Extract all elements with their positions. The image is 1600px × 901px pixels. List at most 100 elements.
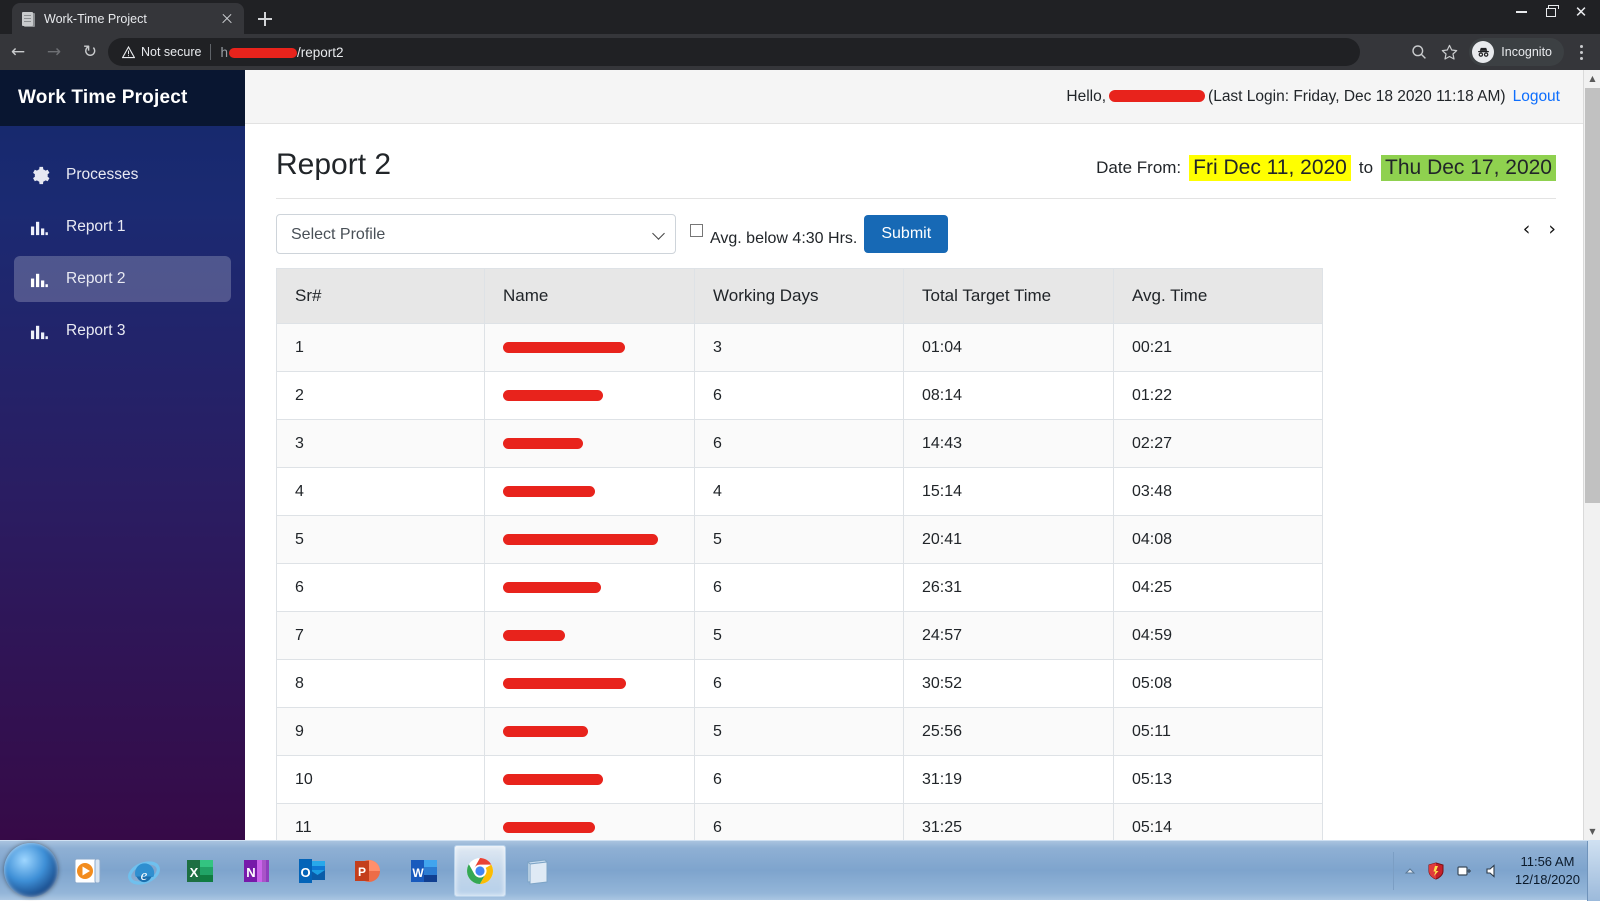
cell-total-target-time: 26:31	[903, 563, 1114, 612]
show-hidden-icons-arrow[interactable]	[1404, 865, 1416, 877]
maximize-button[interactable]	[1536, 0, 1566, 24]
close-window-button[interactable]: ✕	[1566, 0, 1596, 24]
cell-name	[484, 563, 695, 612]
chrome-menu-icon[interactable]	[1568, 38, 1594, 66]
reload-icon[interactable]: ↻	[72, 34, 108, 70]
column-header-sr[interactable]: Sr#	[276, 268, 485, 324]
taskbar-clock[interactable]: 11:56 AM 12/18/2020	[1515, 853, 1580, 888]
page-scrollbar[interactable]: ▲ ▼	[1583, 70, 1600, 840]
avg-below-checkbox[interactable]	[690, 224, 703, 237]
minimize-button[interactable]	[1506, 0, 1536, 24]
submit-button[interactable]: Submit	[864, 215, 949, 253]
last-login-label: (Last Login: Friday, Dec 18 2020 11:18 A…	[1208, 87, 1506, 105]
profile-select[interactable]: Select Profile	[276, 214, 676, 254]
cell-avg-time: 05:13	[1113, 755, 1323, 804]
sidebar-item-processes[interactable]: Processes	[14, 152, 231, 198]
browser-toolbar: ← → ↻ Not secure h/report2 Incognito	[0, 34, 1600, 70]
incognito-label: Incognito	[1501, 45, 1552, 59]
security-shield-icon[interactable]	[1428, 862, 1444, 880]
avg-below-label: Avg. below 4:30 Hrs.	[710, 230, 858, 247]
next-page-icon[interactable]: ›	[1548, 220, 1556, 239]
cell-total-target-time: 15:14	[903, 467, 1114, 516]
cell-working-days: 5	[694, 515, 904, 564]
show-desktop-button[interactable]	[1587, 841, 1600, 901]
table-row: 9 5 25:56 05:11	[276, 707, 1323, 756]
search-icon[interactable]	[1405, 38, 1433, 66]
cell-name	[484, 659, 695, 708]
word-icon[interactable]: W	[398, 845, 450, 897]
report-table-wrapper: Sr# Name Working Days Total Target Time …	[276, 268, 1323, 840]
column-header-working-days[interactable]: Working Days	[694, 268, 904, 324]
tray-divider	[1392, 852, 1394, 890]
cell-total-target-time: 31:19	[903, 755, 1114, 804]
notepad-icon[interactable]	[510, 845, 562, 897]
tray-icons	[1404, 862, 1501, 880]
logout-link[interactable]: Logout	[1513, 88, 1560, 106]
cell-avg-time: 01:22	[1113, 371, 1323, 420]
column-header-avg-time[interactable]: Avg. Time	[1113, 268, 1323, 324]
volume-icon[interactable]	[1485, 863, 1501, 879]
profile-select-wrapper: Select Profile	[276, 214, 676, 254]
network-icon[interactable]	[1456, 863, 1473, 880]
sidebar-item-report-1[interactable]: Report 1	[14, 204, 231, 250]
url-text: h/report2	[220, 45, 343, 60]
onenote-icon[interactable]: N	[230, 845, 282, 897]
windows-media-player-icon[interactable]	[62, 845, 114, 897]
cell-sr: 2	[276, 371, 485, 420]
cell-total-target-time: 31:25	[903, 803, 1114, 840]
powerpoint-icon[interactable]: P	[342, 845, 394, 897]
excel-icon[interactable]: X	[174, 845, 226, 897]
svg-text:N: N	[246, 865, 255, 880]
scroll-up-icon[interactable]: ▲	[1584, 70, 1600, 87]
incognito-icon	[1472, 41, 1495, 63]
cell-name	[484, 323, 695, 372]
column-header-total-target-time[interactable]: Total Target Time	[903, 268, 1114, 324]
username-redaction	[1109, 89, 1206, 102]
prev-page-icon[interactable]: ‹	[1523, 220, 1531, 239]
date-range: Date From: Fri Dec 11, 2020 to Thu Dec 1…	[1096, 155, 1556, 181]
incognito-profile-button[interactable]: Incognito	[1469, 38, 1564, 66]
table-row: 11 6 31:25 05:14	[276, 803, 1323, 840]
cell-total-target-time: 08:14	[903, 371, 1114, 420]
app-topbar: Hello, (Last Login: Friday, Dec 18 2020 1…	[245, 70, 1600, 124]
start-button[interactable]	[4, 843, 58, 897]
browser-tab[interactable]: Work-Time Project	[12, 3, 244, 34]
greeting-text: Hello, (Last Login: Friday, Dec 18 2020 1…	[1066, 88, 1505, 106]
column-header-name[interactable]: Name	[484, 268, 695, 324]
name-redaction	[503, 773, 603, 785]
cell-working-days: 6	[694, 563, 904, 612]
divider	[276, 198, 1556, 199]
sidebar-header: Work Time Project	[0, 70, 245, 126]
internet-explorer-icon[interactable]: e	[118, 845, 170, 897]
scroll-down-icon[interactable]: ▼	[1584, 823, 1600, 840]
browser-titlebar: Work-Time Project ✕	[0, 0, 1600, 34]
svg-text:e: e	[141, 868, 148, 884]
cell-name	[484, 755, 695, 804]
tab-title: Work-Time Project	[44, 11, 147, 26]
back-icon[interactable]: ←	[0, 34, 36, 70]
cell-sr: 11	[276, 803, 485, 840]
name-redaction	[503, 437, 583, 449]
sidebar: Work Time Project Processes Report 1 Rep…	[0, 70, 245, 840]
sidebar-item-report-3[interactable]: Report 3	[14, 308, 231, 354]
address-bar[interactable]: Not secure h/report2	[108, 38, 1360, 66]
table-row: 7 5 24:57 04:59	[276, 611, 1323, 660]
cell-name	[484, 707, 695, 756]
cell-working-days: 6	[694, 659, 904, 708]
sidebar-item-label: Report 3	[66, 322, 126, 339]
name-redaction	[503, 485, 595, 497]
outlook-icon[interactable]: O	[286, 845, 338, 897]
bookmark-star-icon[interactable]	[1435, 38, 1463, 66]
close-icon[interactable]	[218, 10, 236, 28]
sidebar-item-report-2[interactable]: Report 2	[14, 256, 231, 302]
table-head: Sr# Name Working Days Total Target Time …	[276, 268, 1323, 324]
new-tab-button[interactable]	[252, 6, 278, 32]
chrome-icon[interactable]	[454, 845, 506, 897]
scrollbar-thumb[interactable]	[1585, 88, 1600, 503]
cell-name	[484, 515, 695, 564]
sidebar-item-label: Report 1	[66, 218, 126, 235]
forward-icon[interactable]: →	[36, 34, 72, 70]
name-redaction	[503, 389, 603, 401]
date-from-value: Fri Dec 11, 2020	[1189, 155, 1351, 181]
cell-working-days: 5	[694, 707, 904, 756]
